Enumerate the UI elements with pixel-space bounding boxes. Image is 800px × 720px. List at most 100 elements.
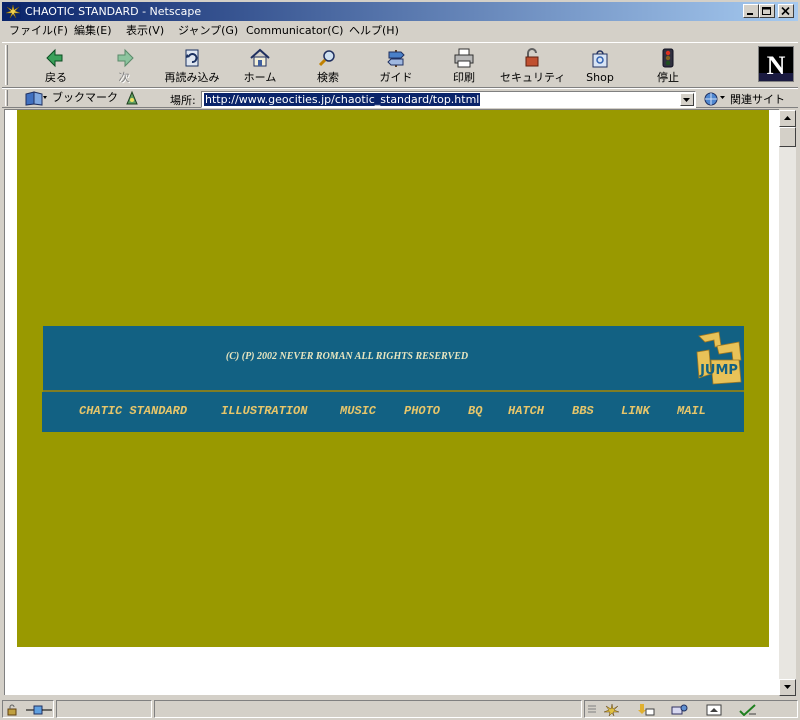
search-label: 検索 bbox=[317, 71, 339, 84]
nav-link-hatch[interactable]: HATCH bbox=[508, 404, 544, 418]
chevron-down-icon bbox=[683, 98, 690, 102]
forward-label: 次 bbox=[118, 71, 130, 84]
title-bar: CHAOTIC STANDARD - Netscape bbox=[2, 2, 798, 21]
bookmark-icon bbox=[25, 91, 47, 106]
component-grip-icon bbox=[588, 705, 596, 713]
reload-icon bbox=[185, 49, 199, 67]
maximize-button[interactable] bbox=[759, 4, 775, 18]
search-button[interactable]: 検索 bbox=[296, 45, 360, 85]
jump-logo[interactable]: JUMP bbox=[695, 330, 743, 386]
nav-link-music[interactable]: MUSIC bbox=[340, 404, 376, 418]
back-label: 戻る bbox=[45, 71, 67, 84]
location-input[interactable]: http://www.geocities.jp/chaotic_standard… bbox=[201, 91, 696, 108]
page-proxy-icon[interactable] bbox=[124, 90, 140, 106]
back-button[interactable]: 戻る bbox=[24, 45, 88, 85]
copyright-text: (C) (P) 2002 NEVER ROMAN ALL RIGHTS RESE… bbox=[225, 351, 469, 362]
shopping-bag-icon bbox=[592, 50, 608, 68]
maximize-icon bbox=[762, 7, 771, 15]
menu-communicator[interactable]: Communicator(C) bbox=[246, 24, 343, 38]
shop-label: Shop bbox=[586, 71, 614, 84]
nav-link-chatic-standard[interactable]: CHATIC STANDARD bbox=[79, 404, 187, 418]
nav-link-illustration[interactable]: ILLUSTRATION bbox=[221, 404, 307, 418]
arrow-down-icon bbox=[784, 685, 791, 689]
close-button[interactable] bbox=[778, 4, 794, 18]
home-icon bbox=[250, 48, 270, 67]
address-book-component-icon[interactable] bbox=[705, 704, 723, 716]
minimize-icon bbox=[747, 13, 753, 15]
mail-component-icon[interactable] bbox=[637, 704, 655, 716]
vertical-scrollbar[interactable] bbox=[779, 110, 796, 696]
search-icon bbox=[318, 50, 335, 67]
stop-button[interactable]: 停止 bbox=[636, 45, 700, 85]
guide-label: ガイド bbox=[379, 71, 413, 84]
lock-status-icon[interactable] bbox=[6, 704, 20, 716]
padlock-icon bbox=[525, 48, 539, 67]
copyright-banner: (C) (P) 2002 NEVER ROMAN ALL RIGHTS RESE… bbox=[43, 326, 744, 390]
guide-signpost-icon bbox=[387, 50, 405, 67]
navigation-toolbar: 戻る 次 再読み込み ホーム 検索 ガイド 印刷 セキュリティ Shop 停止 bbox=[2, 42, 798, 88]
menu-edit[interactable]: 編集(E) bbox=[74, 24, 112, 38]
navigator-component-icon[interactable] bbox=[603, 704, 621, 716]
printer-icon bbox=[454, 48, 474, 68]
scroll-down-button[interactable] bbox=[779, 679, 796, 696]
print-button[interactable]: 印刷 bbox=[432, 45, 496, 85]
menu-view[interactable]: 表示(V) bbox=[126, 24, 164, 38]
home-button[interactable]: ホーム bbox=[228, 45, 292, 85]
nav-link-mail[interactable]: MAIL bbox=[677, 404, 706, 418]
netscape-n-icon: N bbox=[759, 47, 793, 81]
nav-link-photo[interactable]: PHOTO bbox=[404, 404, 440, 418]
progress-cell bbox=[56, 700, 152, 718]
page-viewport[interactable]: (C) (P) 2002 NEVER ROMAN ALL RIGHTS RESE… bbox=[4, 109, 779, 695]
location-toolbar: ブックマーク 場所: http://www.geocities.jp/chaot… bbox=[2, 88, 798, 108]
nav-link-bq[interactable]: BQ bbox=[468, 404, 482, 418]
back-arrow-icon bbox=[46, 48, 63, 68]
bookmarks-label: ブックマーク bbox=[52, 91, 118, 104]
stop-traffic-light-icon bbox=[662, 48, 674, 68]
location-label: 場所: bbox=[170, 94, 196, 107]
reload-button[interactable]: 再読み込み bbox=[160, 45, 224, 85]
bookmarks-button[interactable]: ブックマーク bbox=[24, 90, 118, 106]
reload-label: 再読み込み bbox=[164, 71, 220, 84]
security-label: セキュリティ bbox=[500, 71, 566, 84]
netscape-logo[interactable]: N bbox=[758, 46, 794, 82]
site-navigation: CHATIC STANDARD ILLUSTRATION MUSIC PHOTO… bbox=[42, 392, 744, 432]
menu-help[interactable]: ヘルプ(H) bbox=[349, 24, 399, 38]
newsgroup-component-icon[interactable] bbox=[671, 704, 689, 716]
forward-button[interactable]: 次 bbox=[92, 45, 156, 85]
minimize-button[interactable] bbox=[743, 4, 759, 18]
home-label: ホーム bbox=[243, 71, 277, 84]
related-sites-button[interactable]: 関連サイト bbox=[702, 90, 785, 108]
location-url-text: http://www.geocities.jp/chaotic_standard… bbox=[204, 93, 481, 106]
nav-link-link[interactable]: LINK bbox=[621, 404, 650, 418]
location-grip[interactable] bbox=[5, 90, 8, 106]
stop-label: 停止 bbox=[657, 71, 679, 84]
security-status-cell bbox=[2, 700, 54, 718]
menu-file[interactable]: ファイル(F) bbox=[9, 24, 68, 38]
related-sites-icon bbox=[704, 92, 725, 106]
scroll-up-button[interactable] bbox=[779, 110, 796, 127]
guide-button[interactable]: ガイド bbox=[364, 45, 428, 85]
browser-window: CHAOTIC STANDARD - Netscape ファイル(F) 編集(E… bbox=[0, 0, 800, 720]
toolbar-grip[interactable] bbox=[5, 45, 8, 85]
security-button[interactable]: セキュリティ bbox=[500, 45, 566, 85]
scroll-thumb[interactable] bbox=[779, 127, 796, 147]
status-message-cell bbox=[154, 700, 582, 718]
nav-link-bbs[interactable]: BBS bbox=[572, 404, 594, 418]
forward-arrow-icon bbox=[117, 48, 134, 68]
close-icon bbox=[781, 7, 790, 16]
related-sites-label: 関連サイト bbox=[730, 93, 785, 106]
menu-bar: ファイル(F) 編集(E) 表示(V) ジャンプ(G) Communicator… bbox=[0, 22, 800, 40]
composer-component-icon[interactable] bbox=[739, 704, 757, 716]
netscape-app-icon bbox=[5, 4, 21, 19]
svg-text:N: N bbox=[767, 51, 786, 80]
shop-button[interactable]: Shop bbox=[568, 45, 632, 85]
status-bar bbox=[0, 698, 800, 720]
connection-status-icon[interactable] bbox=[25, 704, 53, 716]
window-title: CHAOTIC STANDARD - Netscape bbox=[25, 5, 202, 18]
component-bar bbox=[584, 700, 798, 718]
menu-go[interactable]: ジャンプ(G) bbox=[178, 24, 238, 38]
location-dropdown-button[interactable] bbox=[680, 93, 694, 106]
jump-logo-text: JUMP bbox=[699, 363, 738, 378]
print-label: 印刷 bbox=[453, 71, 475, 84]
arrow-up-icon bbox=[784, 116, 791, 120]
